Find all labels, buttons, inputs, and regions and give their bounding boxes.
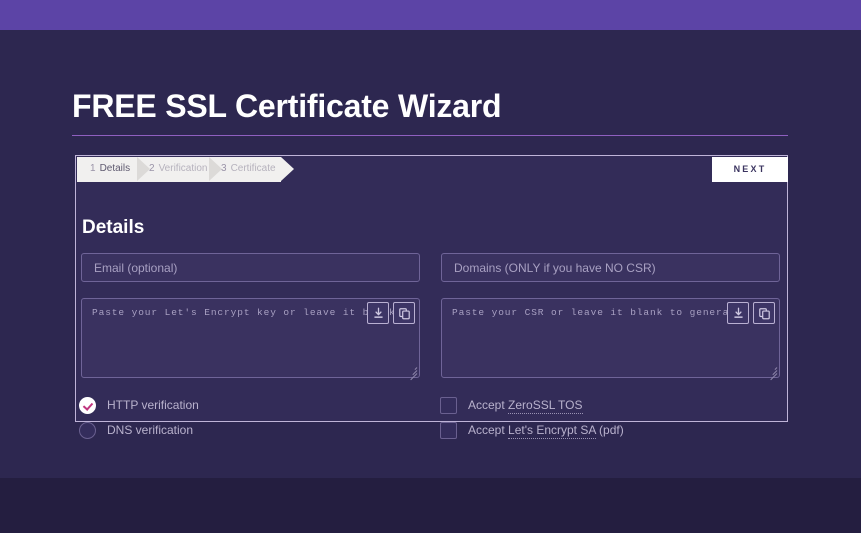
download-icon[interactable] [367,302,389,324]
top-purple-bar [0,0,861,30]
checkbox-indicator[interactable] [440,421,457,439]
wizard-step-verification[interactable]: 2 Verification [149,156,207,181]
radio-indicator[interactable] [79,421,96,439]
step-number: 2 [149,163,155,174]
checkbox-label-prefix: Accept [468,398,509,412]
title-divider [72,135,788,136]
csr-textarea-group [441,298,780,381]
download-icon[interactable] [727,302,749,324]
zerossl-tos-link[interactable]: ZeroSSL TOS [508,398,583,414]
copy-icon[interactable] [753,302,775,324]
radio-label: DNS verification [107,423,194,437]
checkbox-label-prefix: Accept [468,423,509,437]
checkbox-indicator[interactable] [440,396,457,414]
copy-icon[interactable] [393,302,415,324]
radio-indicator-checked[interactable] [79,396,96,414]
email-input[interactable] [81,253,420,282]
step-number: 3 [221,163,227,174]
key-textarea-actions [367,302,415,324]
step-label: Verification [158,163,208,174]
wizard-step-details[interactable]: 1 Details [90,156,130,181]
wizard-step-certificate[interactable]: 3 Certificate [221,156,276,181]
step-track: 1 Details 2 Verification 3 Certificate NEXT [75,155,788,182]
checkbox-label: Accept Let's Encrypt SA (pdf) [468,423,624,439]
checkbox-accept-letsencrypt-sa[interactable]: Accept Let's Encrypt SA (pdf) [440,420,624,440]
step-label: Details [99,163,131,174]
wizard-card [75,155,788,422]
footer-strip [0,478,861,533]
wizard-step-bar: 1 Details 2 Verification 3 Certificate NEXT [75,155,788,182]
page-content: FREE SSL Certificate Wizard 1 Details 2 Ve… [0,30,861,478]
checkbox-accept-zerossl-tos[interactable]: Accept ZeroSSL TOS [440,395,583,415]
domains-input[interactable] [441,253,780,282]
checkbox-label-suffix: (pdf) [595,423,624,437]
step-number: 1 [90,163,96,174]
page-title: FREE SSL Certificate Wizard [72,88,502,124]
radio-dns-verification[interactable]: DNS verification [79,420,193,440]
radio-label: HTTP verification [107,398,199,412]
panel-heading: Details [82,217,145,238]
step-label: Certificate [230,163,276,174]
checkbox-label: Accept ZeroSSL TOS [468,398,583,414]
csr-textarea-actions [727,302,775,324]
next-button[interactable]: NEXT [712,157,788,182]
letsencrypt-sa-link[interactable]: Let's Encrypt SA [508,423,596,439]
key-textarea-group [81,298,420,381]
radio-http-verification[interactable]: HTTP verification [79,395,199,415]
